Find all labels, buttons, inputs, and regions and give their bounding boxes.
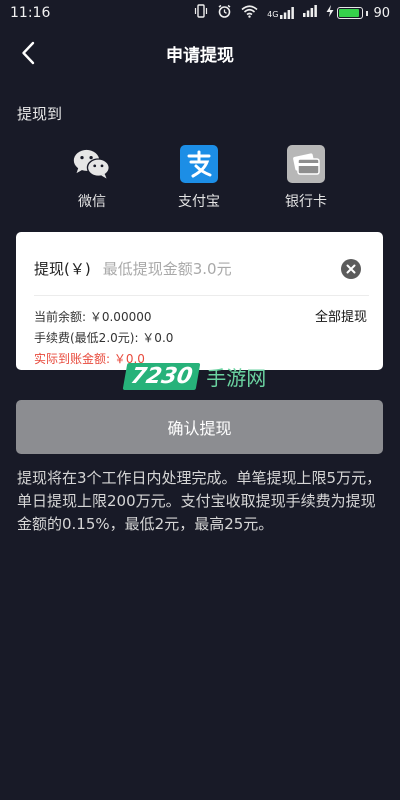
method-bank-card[interactable]: 银行卡	[256, 145, 356, 211]
charging-icon	[326, 5, 334, 21]
method-label: 微信	[78, 194, 106, 210]
clear-button[interactable]	[341, 259, 361, 279]
network-type: 4G	[267, 10, 279, 19]
withdraw-amount-card: 提现(￥) 当前余额: ￥0.00000 全部提现 手续费(最低2.0元): ￥…	[16, 232, 383, 370]
withdraw-notice: 提现将在3个工作日内处理完成。单笔提现上限5万元，单日提现上限200万元。支付宝…	[17, 469, 382, 533]
card-divider	[34, 295, 369, 296]
bank-card-icon	[286, 145, 326, 183]
close-icon	[346, 264, 356, 274]
wifi-icon	[241, 4, 258, 22]
page-title: 申请提现	[166, 45, 234, 66]
watermark-text: 手游网	[206, 366, 267, 390]
amount-row: 提现(￥)	[34, 258, 369, 279]
amount-label: 提现(￥)	[34, 260, 91, 278]
battery-level-fill	[339, 9, 360, 17]
battery-icon	[337, 7, 364, 19]
withdraw-methods: 微信 支付宝 银行卡	[0, 145, 400, 215]
alarm-icon	[217, 4, 232, 23]
method-alipay[interactable]: 支付宝	[149, 145, 249, 211]
status-bar: 11:16 4G 90	[0, 0, 400, 26]
back-button[interactable]	[14, 38, 42, 68]
battery-percent: 90	[373, 5, 390, 21]
method-label: 支付宝	[178, 194, 220, 210]
status-time: 11:16	[10, 5, 51, 21]
withdraw-screen: 11:16 4G 90 申请提现 提现到 微信 支付宝 银行卡 提现(￥) 最低…	[0, 0, 400, 800]
withdraw-to-label: 提现到	[17, 105, 63, 123]
amount-input[interactable]	[102, 259, 323, 278]
withdraw-all-button[interactable]: 全部提现	[315, 306, 367, 325]
wechat-icon	[72, 145, 112, 183]
signal-4g-icon: 4G	[267, 7, 295, 19]
signal-icon	[303, 5, 318, 21]
battery-indicator: 90	[326, 5, 390, 21]
confirm-withdraw-button[interactable]: 确认提现	[16, 400, 383, 454]
method-wechat[interactable]: 微信	[42, 145, 142, 211]
fee-info: 手续费(最低2.0元): ￥0.0	[34, 331, 174, 345]
header: 申请提现	[0, 30, 400, 76]
alipay-icon	[179, 145, 219, 183]
battery-cap	[366, 10, 369, 16]
current-balance: 当前余额: ￥0.00000	[34, 310, 152, 324]
watermark-badge: 7230	[122, 363, 201, 390]
method-label: 银行卡	[285, 194, 327, 210]
watermark: 7230 手游网	[122, 362, 267, 391]
chevron-left-icon	[22, 41, 35, 65]
status-icons: 4G 90	[194, 4, 390, 23]
vibrate-icon	[194, 4, 208, 22]
